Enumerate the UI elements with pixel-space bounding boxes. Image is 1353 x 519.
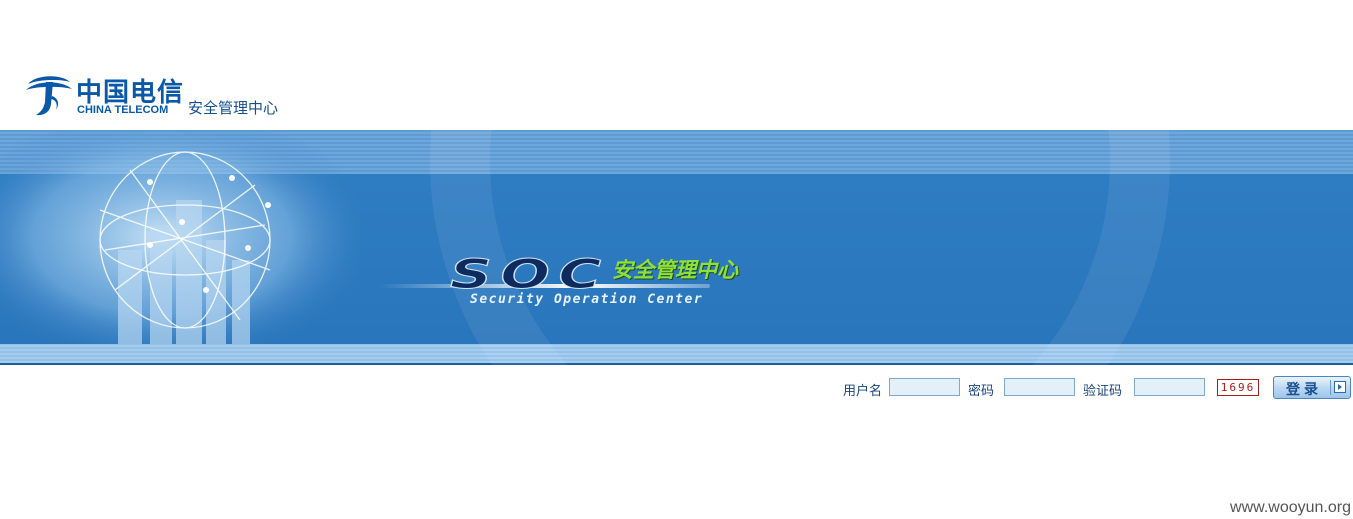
password-label: 密码 [968, 384, 995, 399]
soc-english-subtitle: Security Operation Center [470, 292, 704, 307]
login-button-label: 登录 [1286, 381, 1322, 397]
captcha-image[interactable]: 1696 [1217, 379, 1259, 396]
logo-english-name: CHINA TELECOM [77, 104, 169, 116]
login-page: 中国电信 CHINA TELECOM 安全管理中心 SOC 安全管理中心 Sec… [0, 0, 1353, 519]
banner: SOC 安全管理中心 Security Operation Center [0, 130, 1353, 365]
username-label: 用户名 [843, 384, 883, 399]
username-input[interactable] [889, 378, 960, 396]
watermark: www.wooyun.org [1230, 499, 1351, 516]
globe-network-illustration [0, 130, 360, 344]
login-form: 用户名 密码 验证码 1696 登录 [0, 376, 1353, 400]
login-button-separator [1330, 380, 1331, 395]
china-telecom-emblem-icon [26, 76, 72, 116]
china-telecom-logo: 中国电信 CHINA TELECOM [22, 70, 183, 122]
arrow-right-icon [1334, 381, 1346, 393]
soc-chinese-title: 安全管理中心 [612, 258, 738, 282]
captcha-label: 验证码 [1083, 384, 1123, 399]
login-button[interactable]: 登录 [1273, 376, 1351, 399]
banner-arc-decoration [430, 130, 1170, 365]
soc-logo: SOC 安全管理中心 Security Operation Center [380, 250, 780, 320]
captcha-input[interactable] [1134, 378, 1205, 396]
password-input[interactable] [1004, 378, 1075, 396]
header-subtitle: 安全管理中心 [188, 99, 279, 117]
